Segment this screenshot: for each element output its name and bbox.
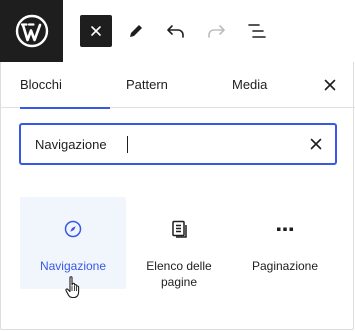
clear-search-button[interactable] [307, 135, 325, 153]
list-view-icon [248, 24, 266, 38]
block-item-label: Paginazione [251, 259, 319, 273]
undo-button[interactable] [160, 15, 192, 47]
close-panel-button[interactable] [321, 76, 339, 94]
tab-media[interactable]: Media [232, 62, 267, 108]
pencil-icon [130, 25, 142, 37]
block-item-page-list[interactable]: Elenco delle pagine [126, 197, 232, 289]
block-search-input[interactable] [35, 125, 295, 163]
editor-toolbar [0, 0, 355, 62]
document-overview-button[interactable] [241, 15, 273, 47]
inserter-tabs: Blocchi Pattern Media [0, 62, 355, 109]
hand-pointer-cursor [65, 276, 80, 299]
wordpress-logo-button[interactable] [0, 0, 63, 62]
block-item-pagination[interactable]: Paginazione [232, 197, 338, 289]
tab-media-label: Media [232, 77, 268, 92]
tab-blocks[interactable]: Blocchi [20, 62, 110, 109]
close-icon [91, 26, 101, 36]
redo-icon [208, 25, 225, 38]
text-caret [127, 136, 128, 153]
tab-patterns-label: Pattern [126, 77, 168, 92]
page-list-icon [172, 220, 187, 238]
block-item-label: Navigazione [39, 259, 107, 273]
tools-button[interactable] [120, 15, 152, 47]
block-search-field[interactable] [20, 124, 336, 164]
tab-blocks-label: Blocchi [20, 77, 62, 92]
redo-button[interactable] [200, 15, 232, 47]
close-inserter-button[interactable] [80, 15, 112, 47]
tab-patterns[interactable]: Pattern [126, 62, 168, 108]
more-dots-icon [277, 227, 293, 231]
compass-icon [64, 220, 82, 238]
undo-icon [167, 25, 184, 38]
block-item-label: Elenco delle pagine [146, 259, 212, 289]
close-icon [324, 79, 336, 91]
clear-search-icon [310, 138, 322, 150]
wordpress-logo-icon [15, 14, 48, 48]
